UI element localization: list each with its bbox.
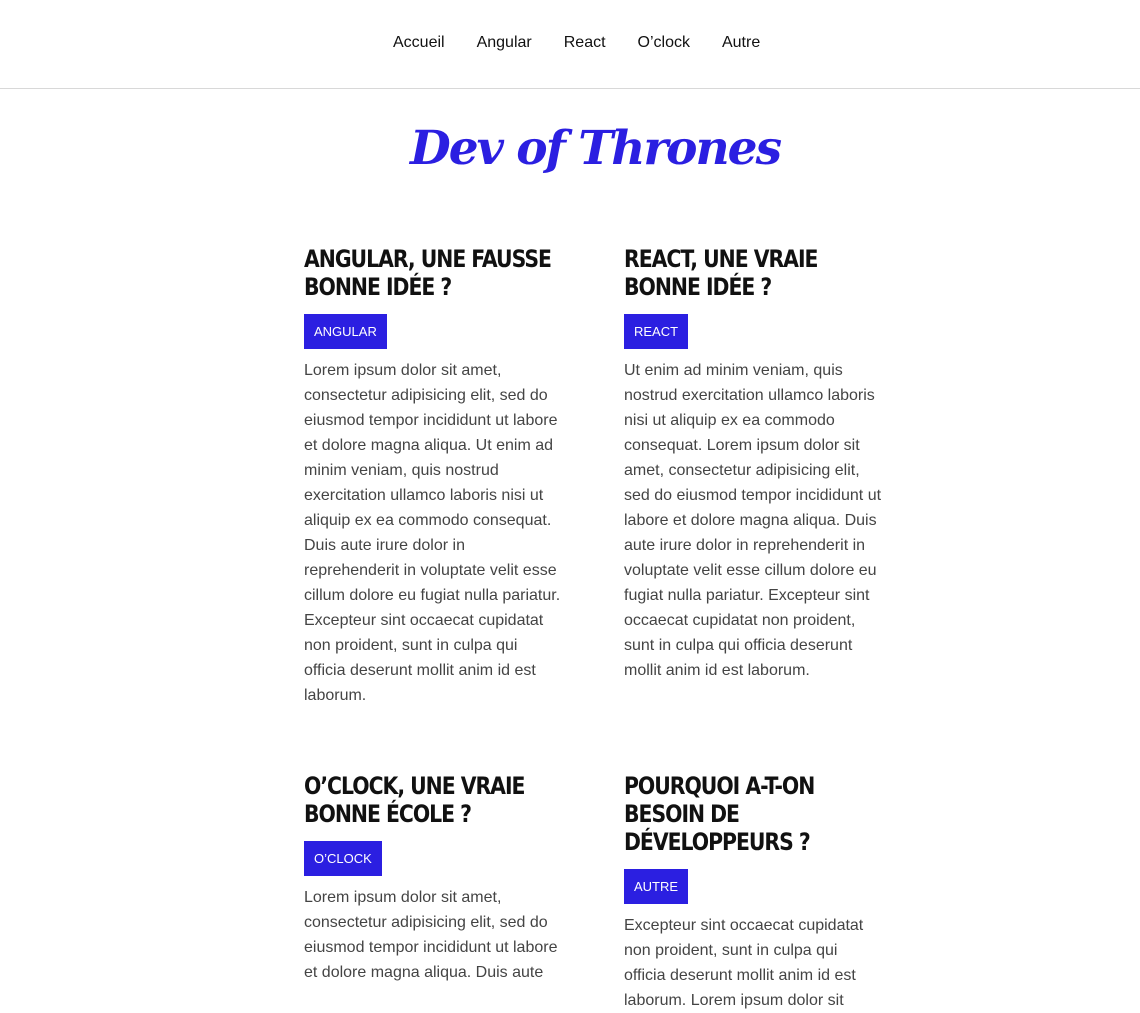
post-card-angular: Angular, une fausse bonne idée ? Angular… xyxy=(304,245,562,708)
category-badge-angular[interactable]: Angular xyxy=(304,314,387,349)
post-excerpt: Lorem ipsum dolor sit amet, consectetur … xyxy=(304,362,561,704)
post-excerpt: Ut enim ad minim veniam, quis nostrud ex… xyxy=(624,362,882,679)
nav-link-autre[interactable]: Autre xyxy=(722,33,760,53)
nav-link-react[interactable]: React xyxy=(564,33,606,53)
nav-menu: Accueil Angular React O’clock Autre xyxy=(393,33,760,53)
post-title: O’clock, une vraie bonne école ? xyxy=(304,772,525,828)
category-badge-autre[interactable]: Autre xyxy=(624,869,689,904)
post-card-autre: Pourquoi a-t-on besoin de développeurs ?… xyxy=(624,772,882,1013)
category-badge-oclock[interactable]: O’clock xyxy=(304,841,382,876)
nav-link-angular[interactable]: Angular xyxy=(477,33,532,53)
post-card-react: React, une vraie bonne idée ? React Ut e… xyxy=(624,245,882,683)
nav-item-angular: Angular xyxy=(477,33,532,53)
category-badge-react[interactable]: React xyxy=(624,314,689,349)
nav-item-oclock: O’clock xyxy=(638,33,690,53)
post-title: React, une vraie bonne idée ? xyxy=(624,245,818,301)
nav-link-accueil[interactable]: Accueil xyxy=(393,33,445,53)
post-excerpt: Lorem ipsum dolor sit amet, consectetur … xyxy=(304,889,558,981)
post-card-oclock: O’clock, une vraie bonne école ? O’clock… xyxy=(304,772,562,985)
post-excerpt: Excepteur sint occaecat cupidatat non pr… xyxy=(624,917,864,1009)
post-title: Angular, une fausse bonne idée ? xyxy=(304,245,552,301)
top-navigation: Accueil Angular React O’clock Autre xyxy=(0,0,1140,89)
nav-item-accueil: Accueil xyxy=(393,33,445,53)
nav-item-react: React xyxy=(564,33,606,53)
site-title: Dev of Thrones xyxy=(409,121,782,176)
nav-link-oclock[interactable]: O’clock xyxy=(638,33,690,53)
nav-item-autre: Autre xyxy=(722,33,760,53)
post-title: Pourquoi a-t-on besoin de développeurs ? xyxy=(624,772,815,856)
